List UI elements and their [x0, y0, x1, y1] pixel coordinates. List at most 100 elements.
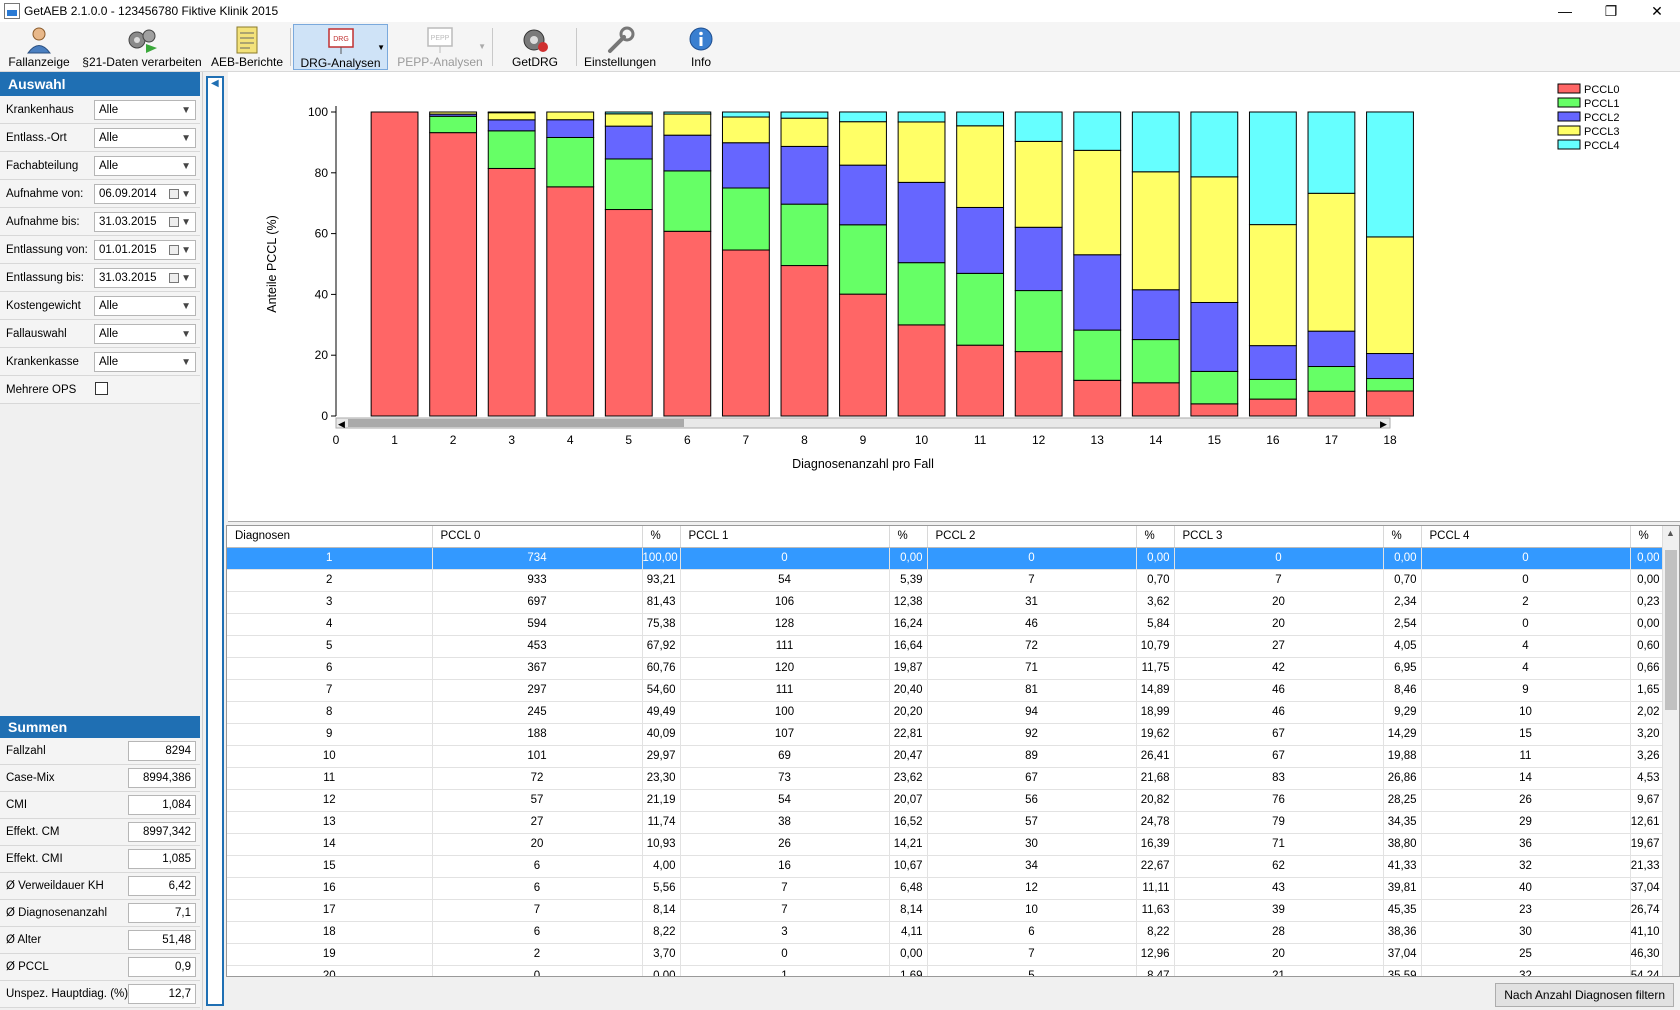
- chevron-down-icon[interactable]: ▼: [181, 326, 191, 344]
- table-cell: 46,30: [1630, 943, 1665, 966]
- table-row[interactable]: 19 2 3,70 0 0,00 7 12,96 20 37,04 25 46,30: [227, 943, 1665, 966]
- column-header[interactable]: %: [642, 526, 681, 548]
- filter-dropdown[interactable]: Alle ▼: [94, 128, 196, 148]
- chevron-down-icon[interactable]: ▼: [181, 270, 191, 288]
- date-picker[interactable]: 31.03.2015 ▼: [94, 212, 196, 232]
- collapse-arrow-icon[interactable]: ◀: [211, 78, 219, 89]
- table-cell: 107: [680, 723, 890, 746]
- calendar-icon[interactable]: [169, 217, 179, 227]
- table-cell: 4,05: [1383, 635, 1422, 658]
- scroll-thumb[interactable]: [1665, 550, 1677, 710]
- bar-segment-pccl3: [1014, 140, 1063, 228]
- column-header[interactable]: PCCL 0: [432, 526, 643, 548]
- table-row[interactable]: 20 0 0,00 1 1,69 5 8,47 21 35,59 32 54,24: [227, 965, 1665, 976]
- table-cell: 0: [1174, 547, 1384, 570]
- table-cell: 37,04: [1383, 943, 1422, 966]
- close-icon[interactable]: ✕: [1634, 0, 1680, 22]
- column-header[interactable]: %: [889, 526, 928, 548]
- chevron-down-icon[interactable]: ▼: [181, 102, 191, 120]
- calendar-icon[interactable]: [169, 245, 179, 255]
- chevron-down-icon[interactable]: ▼: [181, 130, 191, 148]
- chevron-down-icon[interactable]: ▼: [181, 214, 191, 232]
- chevron-down-icon[interactable]: ▼: [181, 354, 191, 372]
- mehrere-ops-checkbox[interactable]: [95, 382, 108, 395]
- filter-dropdown[interactable]: Alle ▼: [94, 100, 196, 120]
- table-row[interactable]: 6 367 60,76 120 19,87 71 11,75 42 6,95 4 0,66: [227, 657, 1665, 680]
- column-header[interactable]: PCCL 3: [1174, 526, 1384, 548]
- scroll-up-icon[interactable]: ▲: [1666, 528, 1675, 538]
- table-cell: 1: [680, 965, 890, 976]
- column-header[interactable]: PCCL 2: [927, 526, 1137, 548]
- calendar-icon[interactable]: [169, 189, 179, 199]
- bar-segment-pccl1: [780, 203, 829, 267]
- date-picker[interactable]: 01.01.2015 ▼: [94, 240, 196, 260]
- x-tick-label: 5: [625, 433, 632, 447]
- svg-text:PEPP: PEPP: [431, 35, 450, 42]
- table-row[interactable]: 16 6 5,56 7 6,48 12 11,11 43 39,81 40 37,04: [227, 877, 1665, 900]
- filter-by-diagnoses-button[interactable]: Nach Anzahl Diagnosen filtern: [1495, 983, 1674, 1007]
- chevron-down-icon[interactable]: ▼: [181, 158, 191, 176]
- filter-dropdown[interactable]: Alle ▼: [94, 296, 196, 316]
- table-row[interactable]: 14 20 10,93 26 14,21 30 16,39 71 38,80 36 19,67: [227, 833, 1665, 856]
- grid-scrollbar[interactable]: ▲: [1662, 526, 1679, 976]
- filter-value: 01.01.2015: [99, 244, 157, 256]
- table-cell: 19: [227, 943, 433, 966]
- table-row[interactable]: 7 297 54,60 111 20,40 81 14,89 46 8,46 9 1,65: [227, 679, 1665, 702]
- aeb-berichte-button[interactable]: AEB-Berichte: [208, 24, 286, 70]
- filter-dropdown[interactable]: Alle ▼: [94, 156, 196, 176]
- restore-icon[interactable]: ❐: [1588, 0, 1634, 22]
- column-header[interactable]: %: [1383, 526, 1422, 548]
- calendar-icon[interactable]: [169, 273, 179, 283]
- filter-label: Aufnahme von:: [6, 188, 84, 200]
- table-row[interactable]: 2 933 93,21 54 5,39 7 0,70 7 0,70 0 0,00: [227, 569, 1665, 592]
- table-cell: 54,60: [642, 679, 681, 702]
- table-cell: 100: [680, 701, 890, 724]
- table-cell: 36: [1421, 833, 1631, 856]
- table-row[interactable]: 11 72 23,30 73 23,62 67 21,68 83 26,86 14 4,53: [227, 767, 1665, 790]
- einstellungen-button[interactable]: Einstellungen: [582, 24, 658, 70]
- bar-segment-pccl1: [1014, 290, 1063, 353]
- column-header[interactable]: PCCL 1: [680, 526, 890, 548]
- column-header[interactable]: %: [1630, 526, 1665, 548]
- chevron-down-icon[interactable]: ▼: [181, 298, 191, 316]
- info-button[interactable]: Info: [666, 24, 736, 70]
- panel-splitter[interactable]: ◀: [202, 72, 226, 1010]
- chevron-down-icon[interactable]: ▼: [181, 242, 191, 260]
- table-row[interactable]: 3 697 81,43 106 12,38 31 3,62 20 2,34 2 0,23: [227, 591, 1665, 614]
- splitter-bar[interactable]: [206, 76, 224, 1006]
- table-row[interactable]: 10 101 29,97 69 20,47 89 26,41 67 19,88 11 3,26: [227, 745, 1665, 768]
- table-cell: 17: [227, 899, 433, 922]
- table-row[interactable]: 18 6 8,22 3 4,11 6 8,22 28 38,36 30 41,10: [227, 921, 1665, 944]
- fallanzeige-button[interactable]: Fallanzeige: [4, 24, 74, 70]
- table-row[interactable]: 12 57 21,19 54 20,07 56 20,82 76 28,25 26 9,67: [227, 789, 1665, 812]
- bar-segment-pccl4: [1131, 111, 1180, 173]
- chevron-down-icon[interactable]: ▼: [181, 186, 191, 204]
- filter-dropdown[interactable]: Alle ▼: [94, 324, 196, 344]
- table-row[interactable]: 4 594 75,38 128 16,24 46 5,84 20 2,54 0 0,00: [227, 613, 1665, 636]
- table-row[interactable]: 9 188 40,09 107 22,81 92 19,62 67 14,29 15 3,20: [227, 723, 1665, 746]
- table-row[interactable]: 8 245 49,49 100 20,20 94 18,99 46 9,29 10 2,02: [227, 701, 1665, 724]
- date-picker[interactable]: 31.03.2015 ▼: [94, 268, 196, 288]
- table-cell: 39,81: [1383, 877, 1422, 900]
- table-row[interactable]: 13 27 11,74 38 16,52 57 24,78 79 34,35 29 12,61: [227, 811, 1665, 834]
- drg-analysen-button[interactable]: DRG DRG-Analysen ▼: [293, 24, 388, 70]
- getdrg-button[interactable]: GetDRG: [504, 24, 566, 70]
- daten21-button[interactable]: §21-Daten verarbeiten: [80, 24, 204, 70]
- table-row[interactable]: 5 453 67,92 111 16,64 72 10,79 27 4,05 4 0,60: [227, 635, 1665, 658]
- x-tick-label: 6: [684, 433, 691, 447]
- table-row[interactable]: 15 6 4,00 16 10,67 34 22,67 62 41,33 32 21,33: [227, 855, 1665, 878]
- date-picker[interactable]: 06.09.2014 ▼: [94, 184, 196, 204]
- column-header[interactable]: %: [1136, 526, 1175, 548]
- bar-segment-pccl0: [1248, 398, 1297, 417]
- column-header[interactable]: Diagnosen: [227, 526, 433, 548]
- filter-dropdown[interactable]: Alle ▼: [94, 352, 196, 372]
- filter-label: Entlassung von:: [6, 244, 88, 256]
- column-header[interactable]: PCCL 4: [1421, 526, 1631, 548]
- table-cell: 46: [1174, 679, 1384, 702]
- table-cell: 38,36: [1383, 921, 1422, 944]
- table-row[interactable]: 17 7 8,14 7 8,14 10 11,63 39 45,35 23 26,74: [227, 899, 1665, 922]
- minimize-icon[interactable]: —: [1542, 0, 1588, 22]
- table-cell: 22,81: [889, 723, 928, 746]
- table-row[interactable]: 1 734 100,00 0 0,00 0 0,00 0 0,00 0 0,00: [227, 547, 1665, 570]
- filter-row: Fachabteilung Alle ▼: [0, 152, 200, 180]
